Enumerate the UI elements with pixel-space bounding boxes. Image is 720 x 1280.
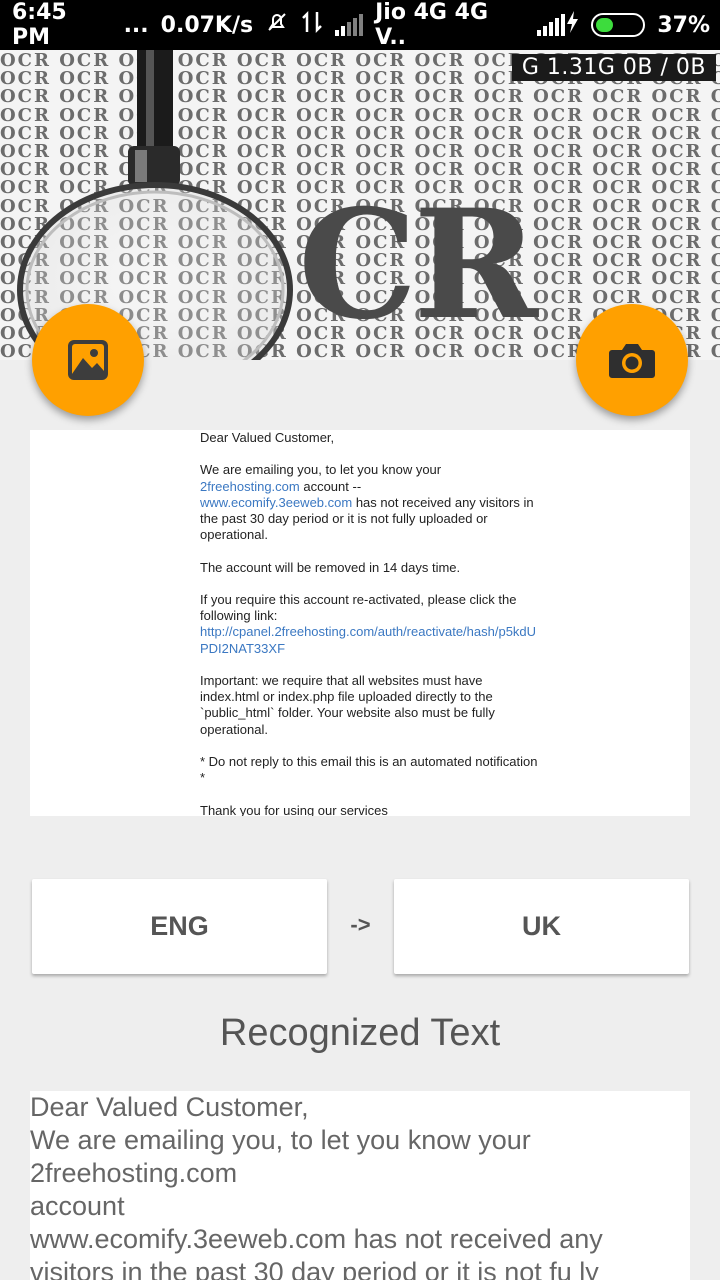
preview-link: www.ecomify.3eeweb.com	[200, 494, 353, 510]
preview-greeting: Dear Valued Customer,	[200, 430, 335, 445]
data-transfer-icon	[301, 10, 323, 40]
network-speed: 0.07K/s	[160, 12, 254, 38]
mute-bell-icon	[265, 10, 289, 40]
recognized-line: 2freehosting.com	[30, 1158, 238, 1188]
signal-icon	[537, 14, 566, 36]
preview-link: http://cpanel.2freehosting.com/auth/reac…	[200, 624, 537, 656]
ocr-logo-text: CR	[298, 177, 538, 353]
preview-paragraph: Important: we require that all websites …	[200, 672, 495, 737]
preview-paragraph: We are emailing you, to let you know you…	[200, 462, 534, 543]
target-language-button[interactable]: UK	[394, 879, 689, 974]
preview-paragraph: If you require this account re-activated…	[200, 591, 537, 656]
recognized-text-heading: Recognized Text	[219, 1012, 501, 1054]
preview-link: 2freehosting.com	[200, 478, 300, 494]
preview-paragraph: Thank you for using our services	[200, 802, 388, 816]
recognized-line: www.ecomify.3eeweb.com has not received …	[30, 1224, 603, 1254]
recognized-text-field[interactable]: Dear Valued Customer, We are emailing you…	[30, 1091, 690, 1280]
source-language-button[interactable]: ENG	[32, 879, 327, 974]
source-image-preview: Dear Valued Customer, We are emailing yo…	[30, 430, 690, 816]
preview-paragraph: The account will be removed in 14 days t…	[200, 559, 461, 575]
carrier-label: Jio 4G 4G V..	[375, 0, 489, 50]
clock: 6:45 PM	[12, 0, 67, 50]
recognized-line: account	[30, 1191, 125, 1221]
camera-button[interactable]	[576, 304, 688, 416]
language-arrow: ->	[350, 912, 371, 937]
recognized-line: Dear Valued Customer,	[30, 1092, 309, 1122]
magnifier-icon	[17, 50, 293, 360]
battery-percent: 37%	[657, 12, 710, 38]
signal-icon	[335, 14, 364, 36]
image-icon	[68, 340, 108, 380]
recognized-line: visitors in the past 30 day period or it…	[30, 1257, 599, 1280]
charging-icon	[565, 10, 579, 40]
data-usage-counter: G 1.31G 0B / 0B	[511, 54, 716, 81]
preview-paragraph: * Do not reply to this email this is an …	[200, 753, 538, 786]
battery-icon	[591, 13, 646, 37]
status-bar: 6:45 PM ... 0.07K/s Jio 4G 4G V.. 37%	[0, 0, 720, 50]
recognized-line: We are emailing you, to let you know you…	[30, 1125, 531, 1155]
gallery-button[interactable]	[32, 304, 144, 416]
camera-icon	[609, 344, 655, 378]
notification-dots: ...	[123, 12, 149, 38]
